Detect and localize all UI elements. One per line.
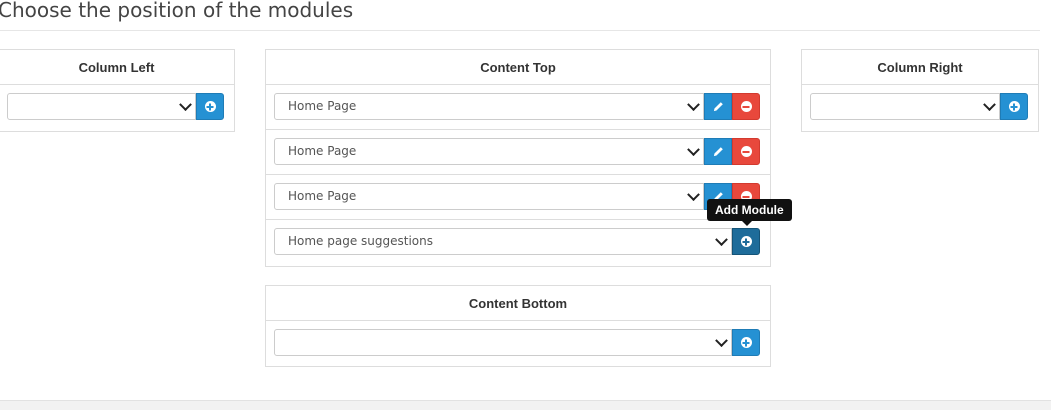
content-bottom-heading: Content Bottom	[266, 286, 770, 321]
content-top-module-select[interactable]: Home Page	[274, 93, 704, 120]
content-top-module-select[interactable]: Home Page	[274, 183, 704, 210]
pencil-icon	[713, 147, 723, 157]
select-value: Home Page	[288, 144, 357, 158]
column-left-panel: Column Left	[0, 49, 235, 132]
remove-module-button[interactable]	[732, 93, 760, 120]
column-right-panel: Column Right	[801, 49, 1039, 132]
column-right-add-row	[802, 85, 1038, 130]
minus-circle-icon	[740, 146, 752, 157]
chevron-down-icon	[983, 98, 996, 112]
tooltip-arrow	[742, 221, 752, 226]
chevron-down-icon	[715, 233, 728, 247]
page-title: Choose the position of the modules	[0, 0, 354, 22]
remove-module-button[interactable]	[732, 138, 760, 165]
chevron-down-icon	[687, 188, 700, 202]
column-right-module-select[interactable]	[810, 93, 1000, 120]
content-bottom-module-select[interactable]	[274, 329, 732, 356]
column-left-heading: Column Left	[0, 50, 234, 85]
chevron-down-icon	[687, 143, 700, 157]
plus-circle-icon	[204, 101, 216, 112]
pencil-icon	[713, 102, 723, 112]
edit-module-button[interactable]	[704, 93, 732, 120]
column-left-module-select[interactable]	[7, 93, 196, 120]
column-left-add-module-button[interactable]	[196, 93, 224, 120]
content-top-module-row: Home Page	[266, 85, 770, 130]
select-value: Home Page	[288, 99, 357, 113]
chevron-down-icon	[715, 334, 728, 348]
title-divider	[0, 30, 1040, 31]
column-left-add-row	[0, 85, 234, 130]
minus-circle-icon	[740, 101, 752, 112]
content-top-module-row: Home Page	[266, 175, 770, 220]
content-top-heading: Content Top	[266, 50, 770, 85]
plus-circle-icon	[740, 337, 752, 348]
content-top-module-row: Home Page	[266, 130, 770, 175]
select-value: Home page suggestions	[288, 234, 434, 248]
plus-circle-icon	[1008, 101, 1020, 112]
content-top-add-module-button[interactable]	[732, 228, 760, 255]
content-top-module-select[interactable]: Home Page	[274, 138, 704, 165]
column-right-heading: Column Right	[802, 50, 1038, 85]
select-value: Home Page	[288, 189, 357, 203]
chevron-down-icon	[687, 98, 700, 112]
content-bottom-add-row	[266, 321, 770, 366]
content-bottom-panel: Content Bottom	[265, 285, 771, 367]
chevron-down-icon	[179, 98, 192, 112]
content-top-add-module-select[interactable]: Home page suggestions	[274, 228, 732, 255]
content-top-panel: Content Top Home Page Home Page Home Pag…	[265, 49, 771, 267]
add-module-tooltip: Add Module	[707, 199, 792, 221]
plus-circle-icon	[740, 236, 752, 247]
column-right-add-module-button[interactable]	[1000, 93, 1028, 120]
edit-module-button[interactable]	[704, 138, 732, 165]
content-top-add-row: Home page suggestions	[266, 220, 770, 265]
content-bottom-add-module-button[interactable]	[732, 329, 760, 356]
